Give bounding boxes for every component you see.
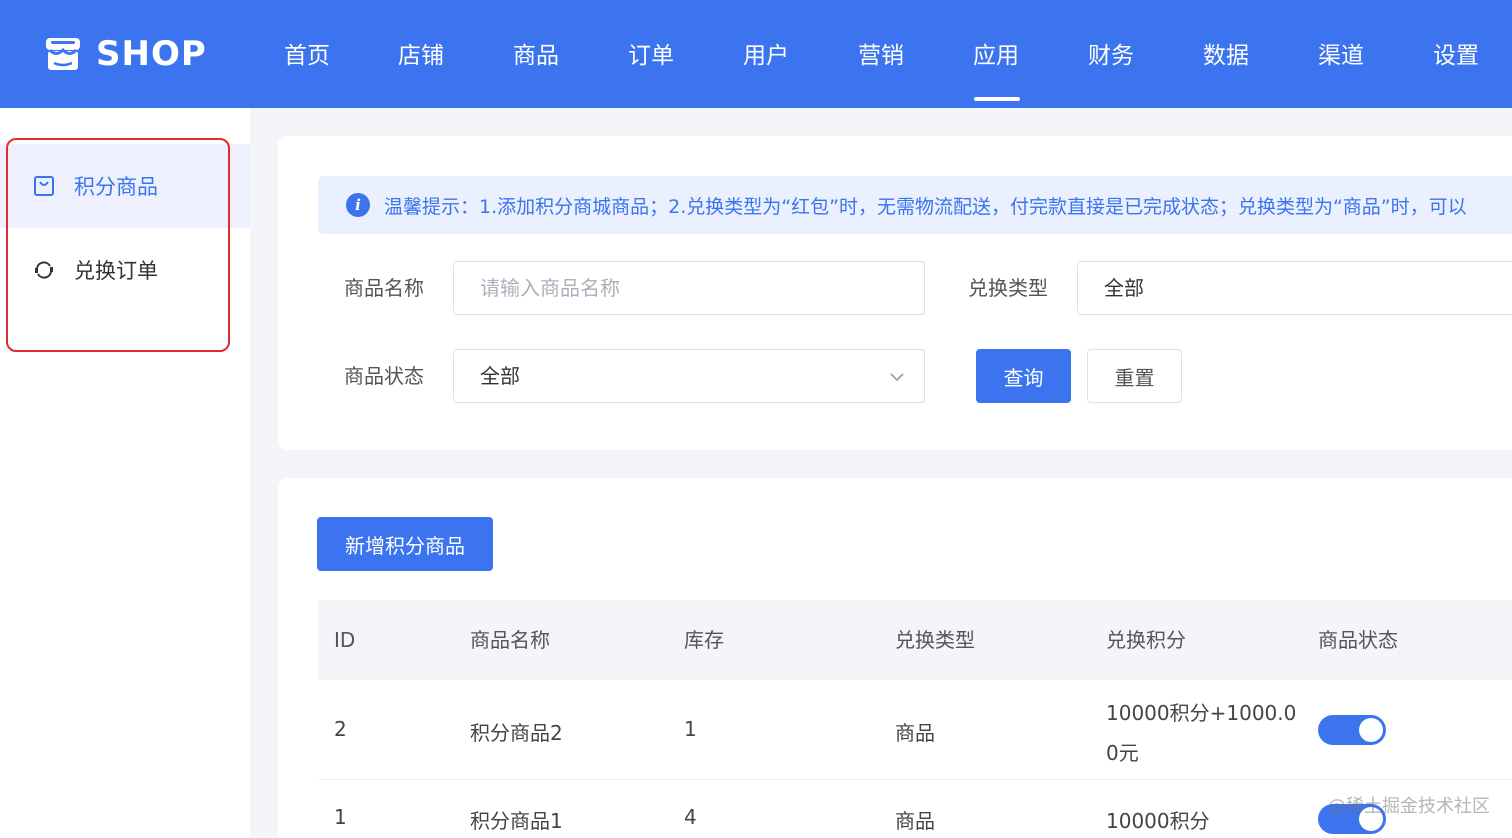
store-icon (46, 38, 80, 70)
cell-id: 2 (334, 717, 347, 741)
cell-points-line1: 10000积分+1000.0 (1106, 701, 1297, 725)
status-toggle[interactable] (1318, 715, 1386, 745)
nav-item-home[interactable]: 首页 (284, 36, 330, 76)
cell-stock: 4 (684, 805, 697, 829)
top-navbar: SHOP 首页 店铺 商品 订单 用户 营销 应用 财务 数据 渠道 设置 (0, 0, 1512, 108)
column-header-status: 商品状态 (1318, 628, 1398, 652)
nav-item-channels[interactable]: 渠道 (1318, 36, 1364, 76)
table-row: 2 积分商品2 1 商品 10000积分+1000.0 0元 (318, 680, 1512, 780)
nav-item-apps[interactable]: 应用 (973, 36, 1019, 76)
column-header-points: 兑换积分 (1106, 628, 1186, 652)
cell-name: 积分商品1 (470, 809, 563, 833)
cell-type: 商品 (895, 721, 935, 745)
info-icon: i (346, 193, 370, 217)
table-header: ID 商品名称 库存 兑换类型 兑换积分 商品状态 (318, 600, 1512, 680)
nav-item-settings[interactable]: 设置 (1433, 36, 1479, 76)
status-select[interactable]: 全部 (453, 349, 925, 403)
column-header-id: ID (334, 628, 356, 652)
column-header-type: 兑换类型 (895, 628, 975, 652)
status-value: 全部 (480, 364, 520, 388)
exchange-type-select[interactable]: 全部 (1077, 261, 1512, 315)
status-label: 商品状态 (344, 364, 424, 388)
exchange-type-value: 全部 (1104, 276, 1144, 300)
nav-item-products[interactable]: 商品 (513, 36, 559, 76)
nav-item-orders[interactable]: 订单 (628, 36, 674, 76)
brand-name: SHOP (96, 34, 207, 74)
column-header-stock: 库存 (684, 628, 724, 652)
brand-logo[interactable]: SHOP (44, 34, 207, 74)
product-name-input[interactable]: 请输入商品名称 (453, 261, 925, 315)
watermark: @稀土掘金技术社区 (1328, 796, 1490, 817)
cell-points-line2: 0元 (1106, 741, 1139, 765)
nav-item-data[interactable]: 数据 (1203, 36, 1249, 76)
query-button[interactable]: 查询 (976, 349, 1071, 403)
column-header-name: 商品名称 (470, 628, 550, 652)
chevron-down-icon (890, 373, 904, 382)
tip-text: 温馨提示：1.添加积分商城商品；2.兑换类型为“红包”时，无需物流配送，付完款直… (384, 195, 1467, 218)
nav-item-marketing[interactable]: 营销 (858, 36, 904, 76)
cell-name: 积分商品2 (470, 721, 563, 745)
sidebar-highlight-box (6, 138, 230, 352)
cell-stock: 1 (684, 717, 697, 741)
cell-type: 商品 (895, 809, 935, 833)
cell-id: 1 (334, 805, 347, 829)
nav-item-store[interactable]: 店铺 (398, 36, 444, 76)
add-points-product-button[interactable]: 新增积分商品 (317, 517, 493, 571)
nav-item-users[interactable]: 用户 (743, 36, 789, 76)
product-name-label: 商品名称 (344, 276, 424, 300)
reset-button[interactable]: 重置 (1087, 349, 1182, 403)
cell-points: 10000积分 (1106, 809, 1210, 833)
exchange-type-label: 兑换类型 (968, 276, 1048, 300)
nav-item-finance[interactable]: 财务 (1088, 36, 1134, 76)
tip-banner: i 温馨提示：1.添加积分商城商品；2.兑换类型为“红包”时，无需物流配送，付完… (318, 176, 1512, 234)
nav-active-indicator (974, 97, 1020, 101)
